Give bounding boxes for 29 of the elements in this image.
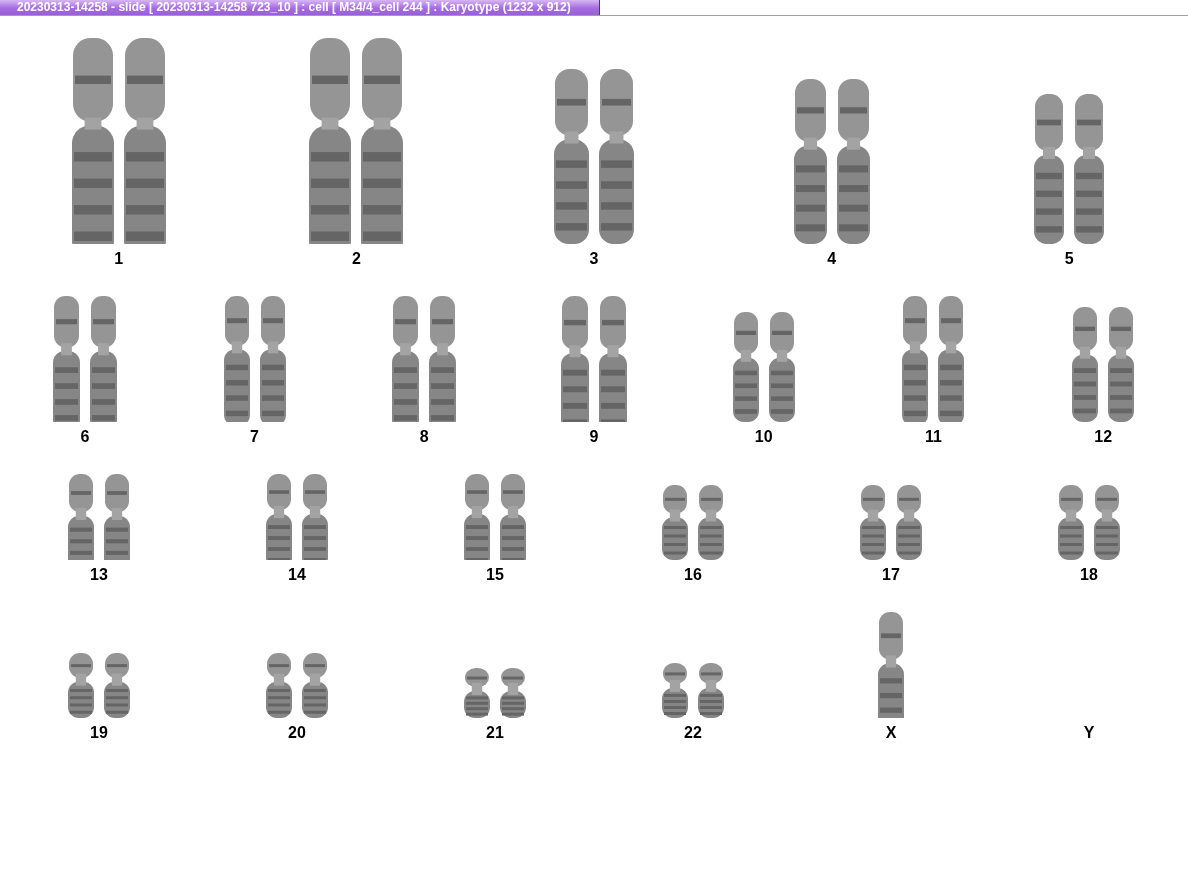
chromosome-label: 12 <box>1094 428 1113 446</box>
chromosome-label: 3 <box>589 250 599 268</box>
chromosome-drawing <box>68 653 130 718</box>
chromosome-drawing <box>464 668 526 718</box>
chromosome-label: 16 <box>684 566 702 584</box>
chromosome-label: 6 <box>80 428 90 446</box>
chromosome-label: 2 <box>351 250 361 268</box>
chromosome-label: 17 <box>882 566 900 584</box>
chromosome-label: 13 <box>90 566 108 584</box>
chromosome-label: X <box>885 724 897 742</box>
chromosome-label: 9 <box>589 428 599 446</box>
chromosome-label: 22 <box>684 724 702 742</box>
chromosome-label: 14 <box>288 566 306 584</box>
chromosome-label: 20 <box>288 724 306 742</box>
chromosome-label: 18 <box>1080 566 1098 584</box>
chromosome-label: 5 <box>1064 250 1074 268</box>
chromosome-label: 15 <box>486 566 504 584</box>
chromosome-label: 8 <box>419 428 429 446</box>
chromosome-label: 21 <box>486 724 504 742</box>
window-title: 20230313-14258 - slide [ 20230313-14258 723_10 ] : cell [ M34/4_cell 244 ] : Karyotype (1232 x 912) <box>0 0 600 15</box>
chromosome-label: 19 <box>90 724 108 742</box>
chromosome-label: 10 <box>754 428 773 446</box>
chromosome-drawing <box>266 653 328 718</box>
chromosome-label: 11 <box>924 428 942 446</box>
chromosome-label: 4 <box>827 250 837 268</box>
chromosome-drawing <box>662 663 724 718</box>
chromosome-label: 1 <box>114 250 124 268</box>
chromosome-label: Y <box>1083 724 1095 742</box>
chromosome-label: 7 <box>250 428 259 446</box>
